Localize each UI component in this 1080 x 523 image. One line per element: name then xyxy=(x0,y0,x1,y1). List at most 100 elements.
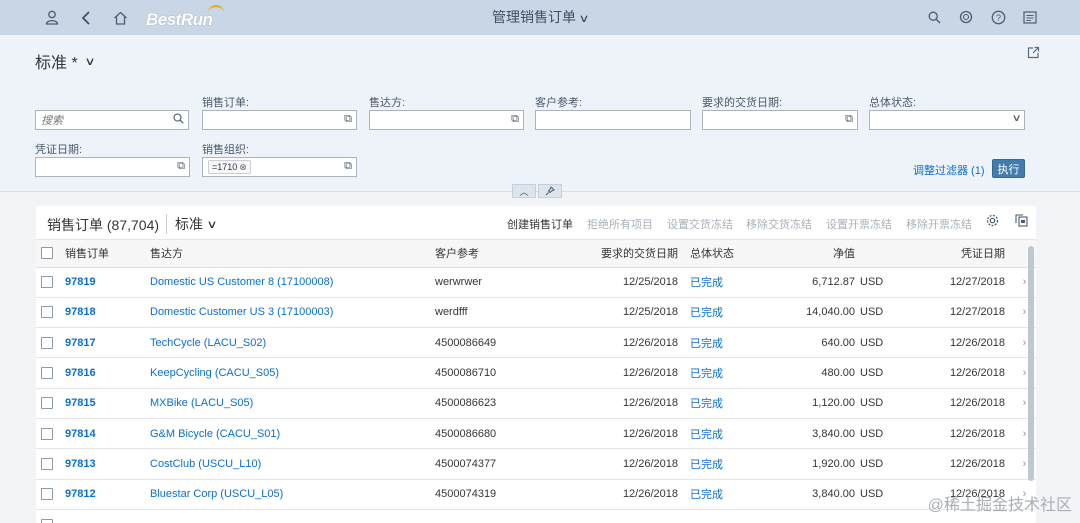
home-icon[interactable] xyxy=(106,4,134,32)
collapse-header-icon[interactable]: ︿ xyxy=(512,184,536,198)
sold-to-link[interactable]: G&M Bicycle (CACU_S01) xyxy=(143,418,435,448)
sold-to-link[interactable]: CostClub (USCU_L10) xyxy=(143,449,435,479)
pin-header-icon[interactable] xyxy=(538,184,562,198)
sold-to-filter: 售达方: ⧉ xyxy=(369,94,524,130)
sales-order-link[interactable]: 97813 xyxy=(58,449,143,479)
search-icon[interactable] xyxy=(173,113,184,127)
value-help-icon[interactable]: ⧉ xyxy=(177,160,185,173)
notes-icon[interactable] xyxy=(1016,3,1044,31)
sold-to-link[interactable]: KeepCycling (CACU_S05) xyxy=(143,358,435,388)
table-row[interactable]: 97818 Domestic Customer US 3 (17100003) we… xyxy=(36,297,1036,328)
remove-billing-block-button[interactable]: 移除开票冻结 xyxy=(906,216,972,232)
customer-reference-filter: 客户参考: xyxy=(535,94,691,130)
sold-to-link[interactable]: MXBike (LACU_S05) xyxy=(143,388,435,418)
set-delivery-block-button[interactable]: 设置交货冻结 xyxy=(667,216,733,232)
sales-order-link[interactable]: 97812 xyxy=(58,479,143,509)
table-row[interactable] xyxy=(36,509,1036,523)
row-checkbox[interactable] xyxy=(41,276,53,289)
document-date-input[interactable]: ⧉ xyxy=(35,157,190,177)
adapt-filters-button[interactable]: 调整过滤器 (1) xyxy=(913,162,985,178)
share-icon[interactable] xyxy=(1027,46,1040,62)
customer-reference-input[interactable] xyxy=(535,110,691,130)
row-checkbox[interactable] xyxy=(41,306,53,319)
export-icon[interactable] xyxy=(1015,214,1028,230)
col-sales-order[interactable]: 销售订单 xyxy=(58,240,143,267)
table-row[interactable]: 97813 CostClub (USCU_L10) 4500074377 12/26/… xyxy=(36,449,1036,480)
status-link[interactable]: 已完成 xyxy=(678,358,768,388)
table-row[interactable]: 97817 TechCycle (LACU_S02) 4500086649 12/26… xyxy=(36,328,1036,358)
back-icon[interactable] xyxy=(72,4,100,32)
user-icon[interactable] xyxy=(38,4,66,32)
table-row[interactable]: 97819 Domestic US Customer 8 (17100008) we… xyxy=(36,267,1036,298)
overall-status-select[interactable]: ∨ xyxy=(869,110,1025,130)
status-link[interactable]: 已完成 xyxy=(678,418,768,448)
sales-order-link[interactable]: 97819 xyxy=(58,267,143,297)
sold-to-link[interactable]: TechCycle (LACU_S02) xyxy=(143,328,435,358)
sales-order-link[interactable]: 97818 xyxy=(58,297,143,327)
filter-token[interactable]: =1710 ⊗ xyxy=(208,160,251,174)
status-link[interactable]: 已完成 xyxy=(678,388,768,418)
app-title-menu[interactable]: 管理销售订单 ∨ xyxy=(492,9,590,25)
status-link[interactable]: 已完成 xyxy=(678,328,768,358)
requested-delivery-date-input[interactable]: ⧉ xyxy=(702,110,858,130)
status-link[interactable]: 已完成 xyxy=(678,449,768,479)
search-input[interactable]: 搜索 xyxy=(35,110,189,130)
row-checkbox[interactable] xyxy=(41,488,53,501)
row-checkbox[interactable] xyxy=(41,518,53,523)
table-row[interactable]: 97815 MXBike (LACU_S05) 4500086623 12/26/20… xyxy=(36,388,1036,419)
status-link[interactable]: 已完成 xyxy=(678,297,768,327)
go-button[interactable]: 执行 xyxy=(992,159,1025,178)
token-remove-icon[interactable]: ⊗ xyxy=(239,162,247,173)
sales-order-link[interactable]: 97817 xyxy=(58,328,143,358)
set-billing-block-button[interactable]: 设置开票冻结 xyxy=(826,216,892,232)
sold-to-link[interactable]: Bluestar Corp (USCU_L05) xyxy=(143,479,435,509)
status-link[interactable]: 已完成 xyxy=(678,267,768,297)
col-requested-delivery-date[interactable]: 要求的交货日期 xyxy=(565,240,678,267)
table-variant-selector[interactable]: 标准 ∨ xyxy=(166,214,218,234)
settings-icon[interactable] xyxy=(986,214,999,230)
select-all-checkbox[interactable] xyxy=(41,247,53,260)
sold-to-link[interactable]: Domestic Customer US 3 (17100003) xyxy=(143,297,435,327)
sales-order-link[interactable]: 97814 xyxy=(58,418,143,448)
col-sold-to[interactable]: 售达方 xyxy=(143,240,435,267)
help-icon[interactable]: ? xyxy=(984,3,1012,31)
customer-reference xyxy=(435,509,565,523)
search-field: 搜索 xyxy=(35,94,189,130)
sales-org-input[interactable]: =1710 ⊗ ⧉ xyxy=(202,157,357,177)
row-checkbox[interactable] xyxy=(41,397,53,410)
col-overall-status[interactable]: 总体状态 xyxy=(678,240,768,267)
create-sales-order-button[interactable]: 创建销售订单 xyxy=(507,216,573,232)
value-help-icon[interactable]: ⧉ xyxy=(344,160,352,173)
sold-to-link[interactable]: Domestic US Customer 8 (17100008) xyxy=(143,267,435,297)
chevron-down-icon[interactable]: ∨ xyxy=(1011,113,1021,124)
company-logo[interactable]: BestRun xyxy=(146,5,225,30)
row-checkbox[interactable] xyxy=(41,457,53,470)
value-help-icon[interactable]: ⧉ xyxy=(511,113,519,126)
sales-order-link[interactable] xyxy=(58,509,143,523)
value-help-icon[interactable]: ⧉ xyxy=(344,113,352,126)
status-link[interactable]: 已完成 xyxy=(678,479,768,509)
sales-order-input[interactable]: ⧉ xyxy=(202,110,357,130)
row-checkbox[interactable] xyxy=(41,336,53,349)
remove-delivery-block-button[interactable]: 移除交货冻结 xyxy=(746,216,812,232)
sales-order-link[interactable]: 97815 xyxy=(58,388,143,418)
sales-order-link[interactable]: 97816 xyxy=(58,358,143,388)
table-row[interactable]: 97812 Bluestar Corp (USCU_L05) 4500074319 1… xyxy=(36,479,1036,510)
customer-reference-label: 客户参考: xyxy=(535,97,583,109)
sold-to-input[interactable]: ⧉ xyxy=(369,110,524,130)
copilot-icon[interactable] xyxy=(952,3,980,31)
scrollbar[interactable] xyxy=(1028,246,1034,481)
variant-selector[interactable]: 标准 * ∨ xyxy=(35,49,95,73)
col-document-date[interactable]: 凭证日期 xyxy=(887,240,1013,267)
table-row[interactable]: 97814 G&M Bicycle (CACU_S01) 4500086680 12/… xyxy=(36,418,1036,449)
value-help-icon[interactable]: ⧉ xyxy=(845,113,853,126)
col-net-value[interactable]: 净值 xyxy=(768,240,855,267)
row-checkbox[interactable] xyxy=(41,427,53,440)
reject-all-items-button[interactable]: 拒绝所有项目 xyxy=(587,216,653,232)
search-icon[interactable] xyxy=(920,3,948,31)
col-customer-reference[interactable]: 客户参考 xyxy=(435,240,565,267)
table-row[interactable]: 97816 KeepCycling (CACU_S05) 4500086710 12/… xyxy=(36,358,1036,389)
sold-to-link[interactable] xyxy=(143,509,435,523)
row-checkbox[interactable] xyxy=(41,367,53,380)
status-link[interactable] xyxy=(678,509,768,523)
